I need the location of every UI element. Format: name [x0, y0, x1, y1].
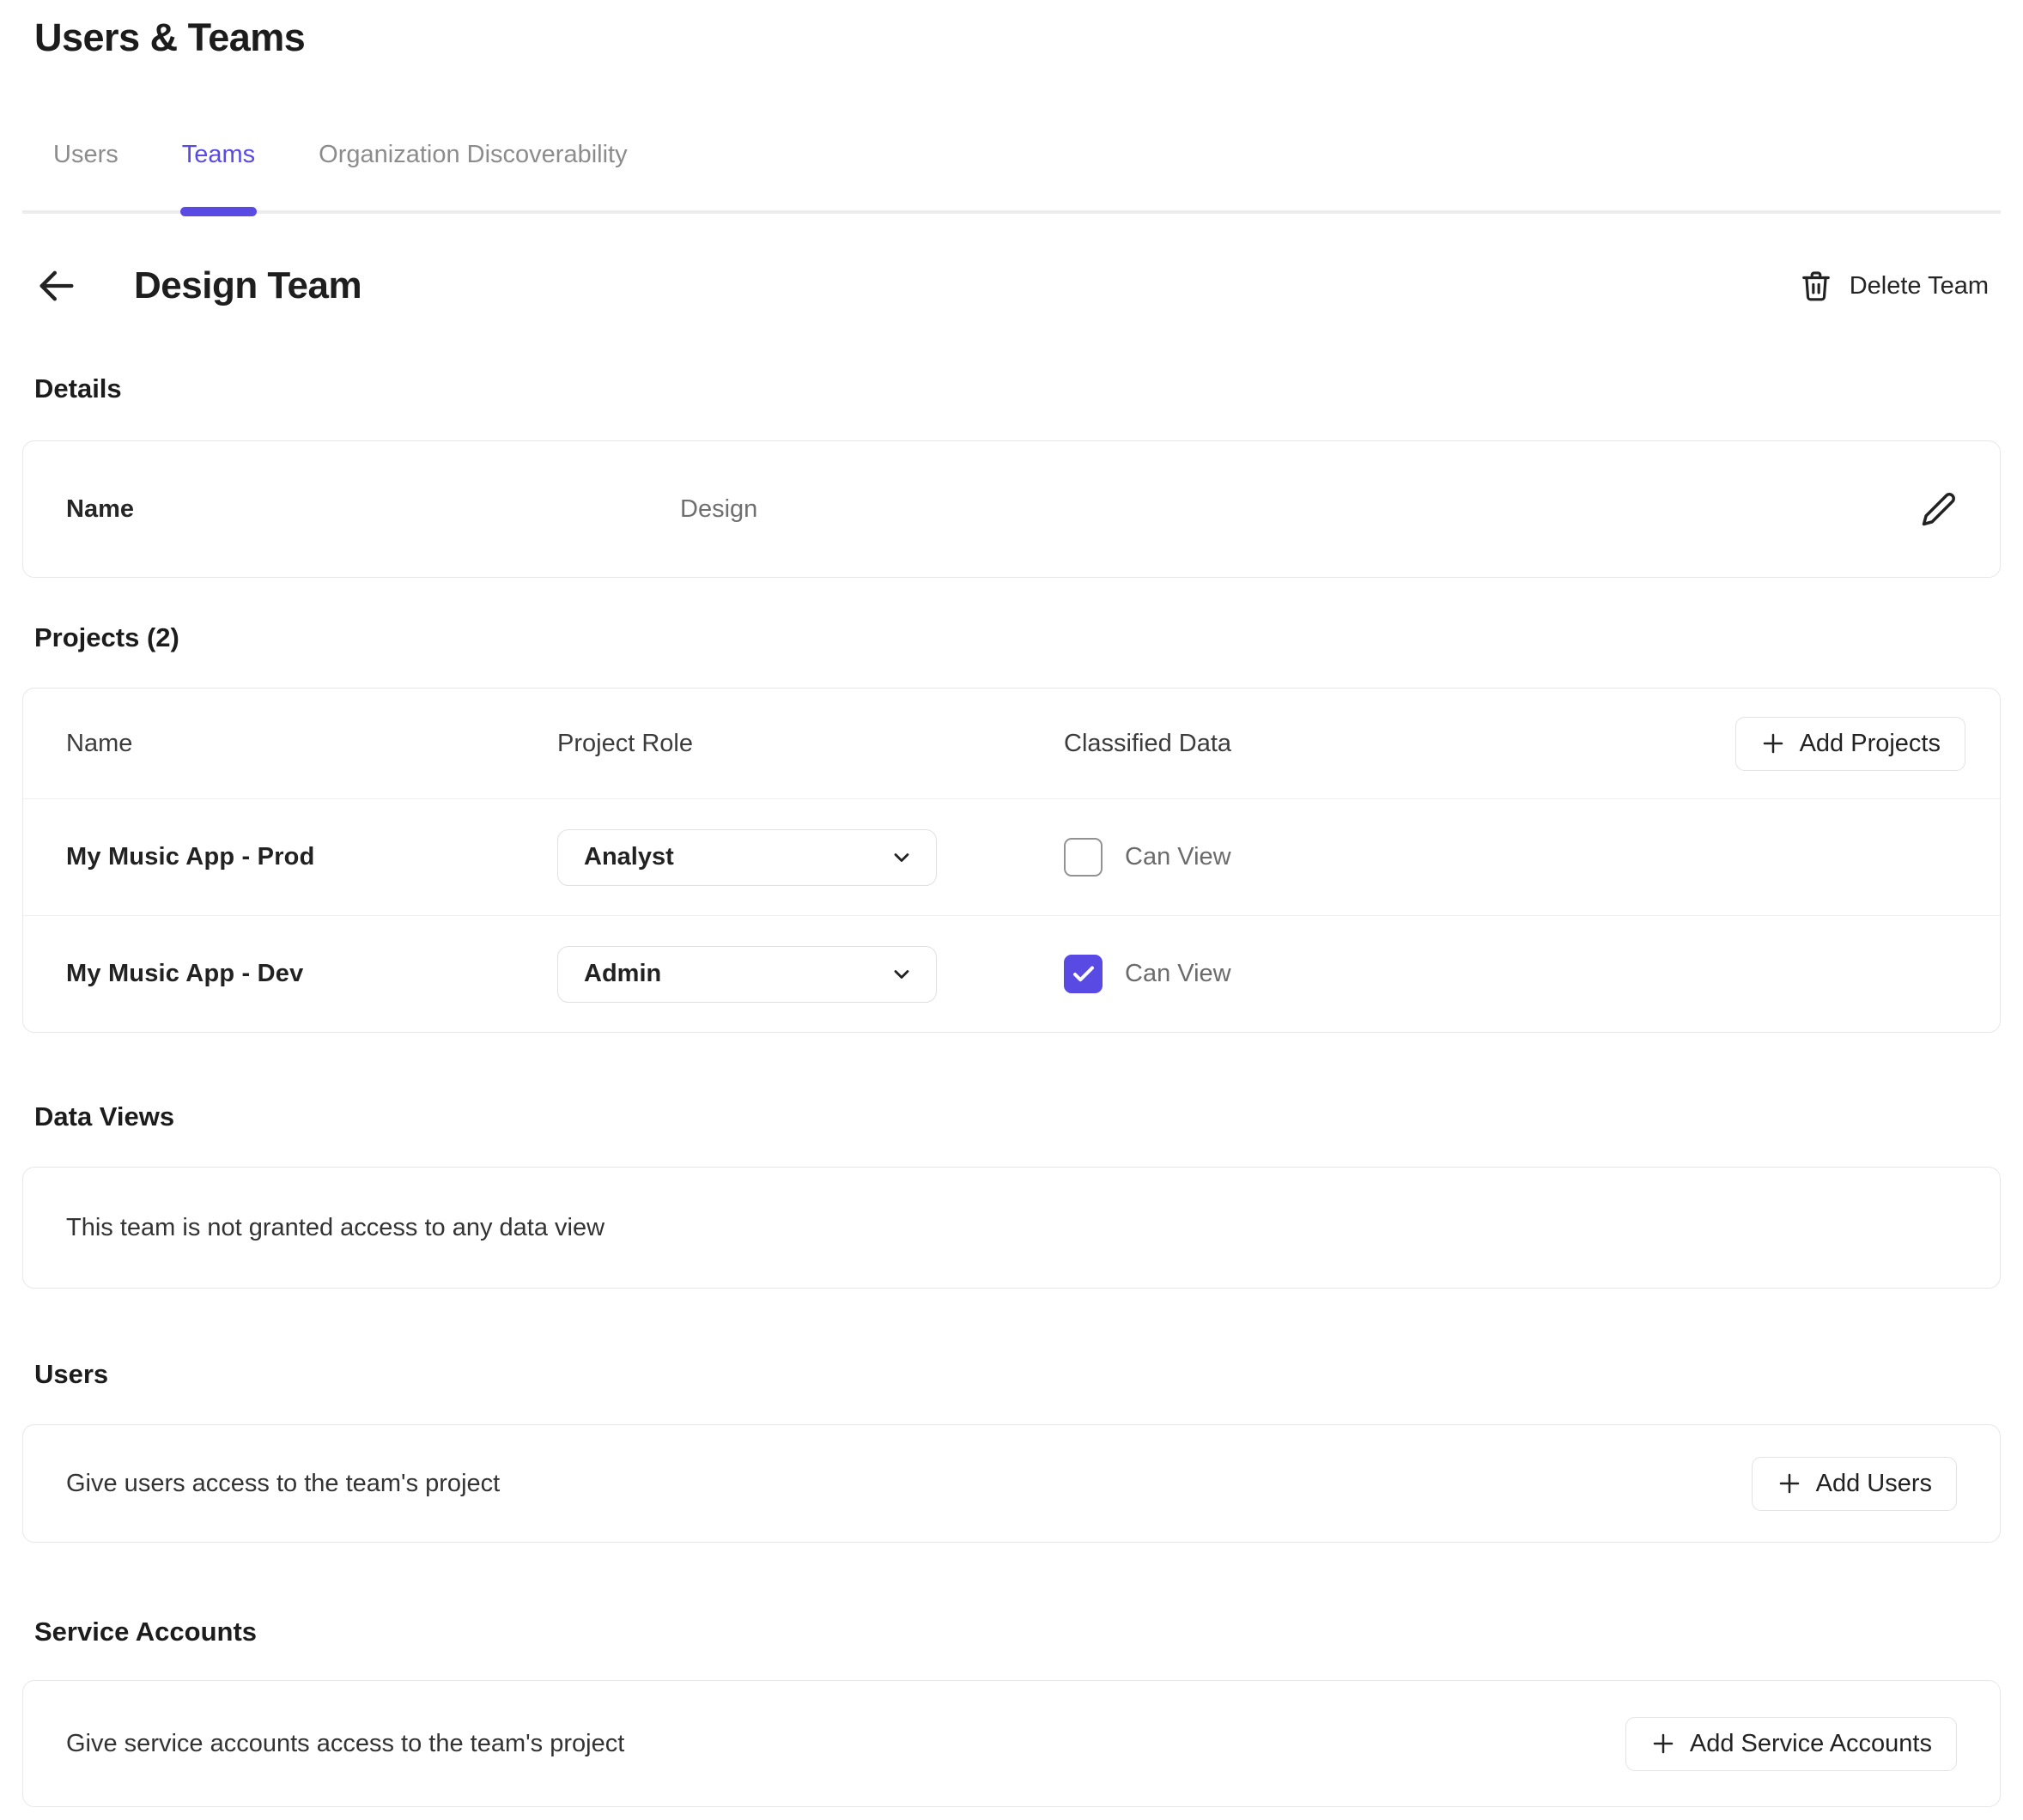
delete-team-label: Delete Team: [1850, 272, 1989, 300]
add-service-accounts-button[interactable]: Add Service Accounts: [1625, 1717, 1957, 1771]
add-projects-button[interactable]: Add Projects: [1735, 717, 1965, 771]
service-accounts-card: Give service accounts access to the team…: [22, 1680, 2001, 1807]
can-view-label: Can View: [1125, 960, 1231, 988]
tab-organization-discoverability[interactable]: Organization Discoverability: [319, 141, 627, 210]
column-name: Name: [66, 730, 557, 758]
tab-bar: Users Teams Organization Discoverability: [22, 141, 2001, 214]
page-title: Users & Teams: [34, 15, 2001, 60]
checkmark-icon: [1071, 962, 1097, 987]
project-role-value: Admin: [584, 960, 661, 988]
project-name: My Music App - Dev: [66, 960, 557, 988]
add-projects-label: Add Projects: [1800, 730, 1941, 758]
column-classified-data: Classified Data: [1064, 730, 1528, 758]
arrow-left-icon: [34, 264, 79, 308]
can-view-checkbox-prod[interactable]: [1064, 838, 1103, 877]
projects-table: Name Project Role Classified Data Add Pr…: [22, 688, 2001, 1033]
service-accounts-heading: Service Accounts: [34, 1617, 1989, 1647]
data-views-heading: Data Views: [34, 1101, 1989, 1132]
tab-teams[interactable]: Teams: [182, 141, 255, 210]
plus-icon: [1777, 1471, 1802, 1496]
table-row-prod: My Music App - Prod Analyst Can View: [23, 798, 2000, 915]
table-row-dev: My Music App - Dev Admin Can: [23, 915, 2000, 1032]
add-users-label: Add Users: [1816, 1470, 1932, 1498]
team-title: Design Team: [134, 264, 361, 307]
details-card: Name Design: [22, 440, 2001, 578]
classified-data-group: Can View: [1064, 838, 1528, 877]
chevron-down-icon: [890, 846, 914, 870]
plus-icon: [1760, 731, 1786, 756]
column-project-role: Project Role: [557, 730, 1064, 758]
add-users-button[interactable]: Add Users: [1752, 1457, 1957, 1511]
project-role-select-dev[interactable]: Admin: [557, 946, 937, 1003]
projects-heading: Projects (2): [34, 622, 1989, 653]
project-name: My Music App - Prod: [66, 843, 557, 871]
tab-users[interactable]: Users: [53, 141, 118, 210]
pencil-icon: [1921, 491, 1957, 527]
name-label: Name: [66, 495, 134, 524]
can-view-checkbox-dev[interactable]: [1064, 955, 1103, 993]
users-teams-page: Users & Teams Users Teams Organization D…: [0, 0, 2023, 1807]
users-card: Give users access to the team's project …: [22, 1424, 2001, 1543]
back-button[interactable]: [34, 258, 89, 313]
trash-icon: [1800, 270, 1832, 302]
projects-table-header: Name Project Role Classified Data Add Pr…: [23, 689, 2000, 798]
classified-data-group: Can View: [1064, 955, 1528, 993]
users-heading: Users: [34, 1359, 1989, 1390]
can-view-label: Can View: [1125, 843, 1231, 871]
service-accounts-description: Give service accounts access to the team…: [66, 1730, 624, 1758]
add-service-accounts-label: Add Service Accounts: [1690, 1730, 1932, 1758]
delete-team-button[interactable]: Delete Team: [1800, 270, 1989, 302]
name-value: Design: [680, 495, 757, 524]
chevron-down-icon: [890, 962, 914, 986]
users-description: Give users access to the team's project: [66, 1470, 500, 1498]
project-role-value: Analyst: [584, 843, 674, 871]
plus-icon: [1650, 1731, 1676, 1756]
data-views-empty-text: This team is not granted access to any d…: [66, 1214, 604, 1242]
team-header: Design Team Delete Team: [22, 258, 2001, 313]
project-role-select-prod[interactable]: Analyst: [557, 829, 937, 886]
edit-name-button[interactable]: [1921, 491, 1957, 527]
data-views-card: This team is not granted access to any d…: [22, 1167, 2001, 1289]
details-heading: Details: [34, 373, 1989, 404]
